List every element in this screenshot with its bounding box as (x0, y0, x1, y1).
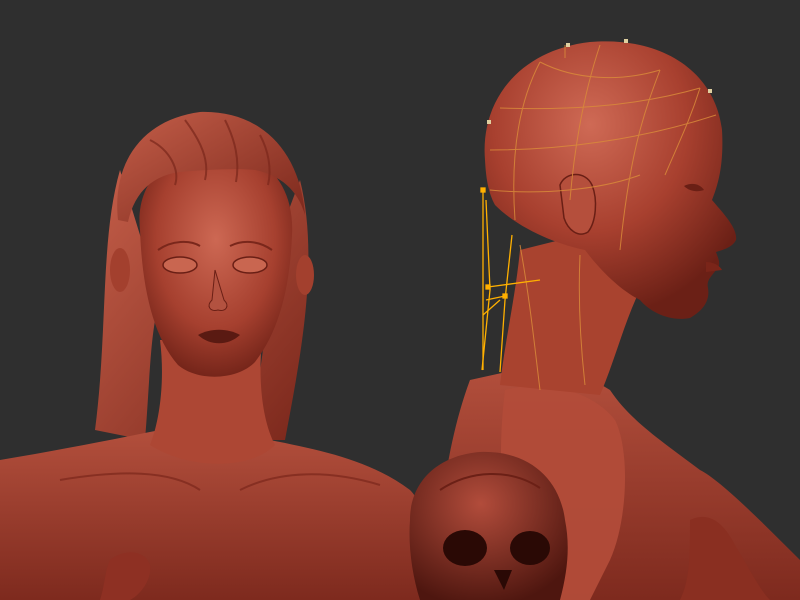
3d-viewport[interactable] (0, 0, 800, 600)
skull-eye-socket-l (443, 530, 487, 566)
female-bust-with-hair[interactable] (0, 111, 427, 600)
profile-lips (706, 262, 722, 272)
skull-eye-socket-r (510, 531, 550, 565)
left-eye-l (162, 256, 198, 274)
left-ear-l (110, 248, 130, 292)
left-ear-r (296, 255, 314, 295)
viewport-canvas (0, 39, 800, 600)
left-eye-r (232, 256, 268, 274)
